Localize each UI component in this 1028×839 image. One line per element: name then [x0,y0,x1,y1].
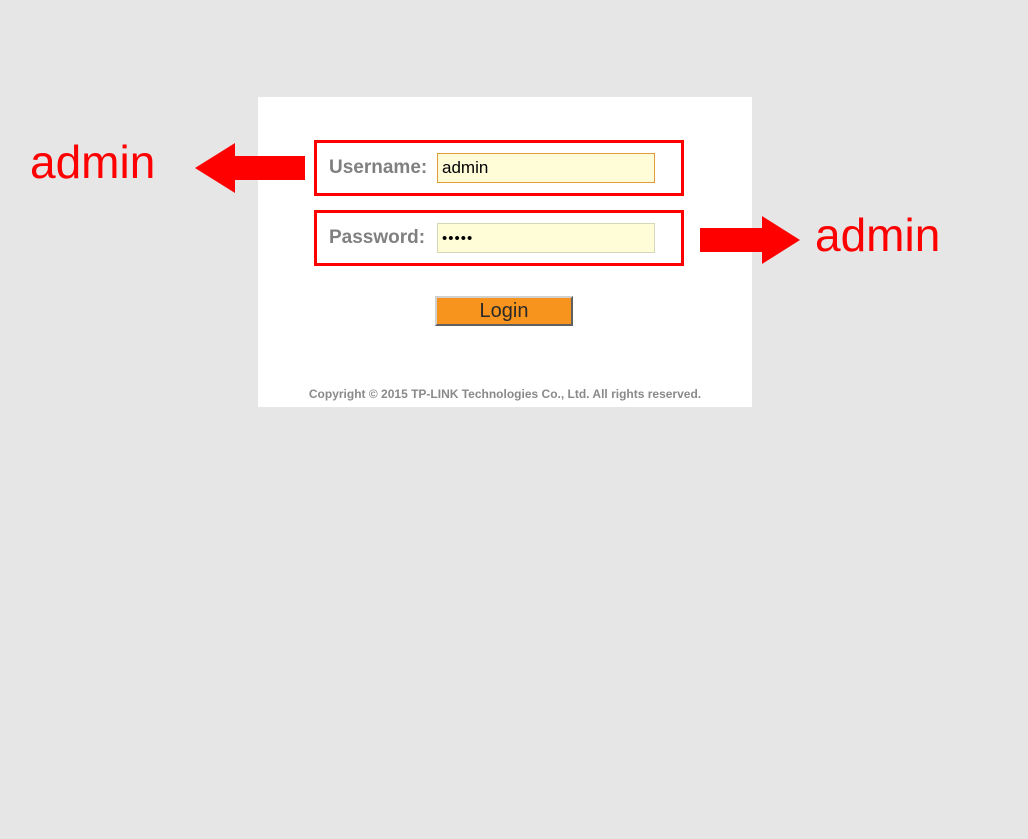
username-field-group: Username: [314,140,684,196]
password-label: Password: [317,227,437,249]
login-button[interactable]: Login [435,296,573,326]
arrow-left-icon [195,143,305,193]
username-input[interactable] [437,153,655,183]
arrow-right-icon [700,216,800,264]
annotation-label-right: admin [815,208,940,262]
annotation-label-left: admin [30,135,155,189]
username-label: Username: [317,157,437,179]
password-input[interactable] [437,223,655,253]
copyright-text: Copyright © 2015 TP-LINK Technologies Co… [258,387,752,401]
password-field-group: Password: [314,210,684,266]
